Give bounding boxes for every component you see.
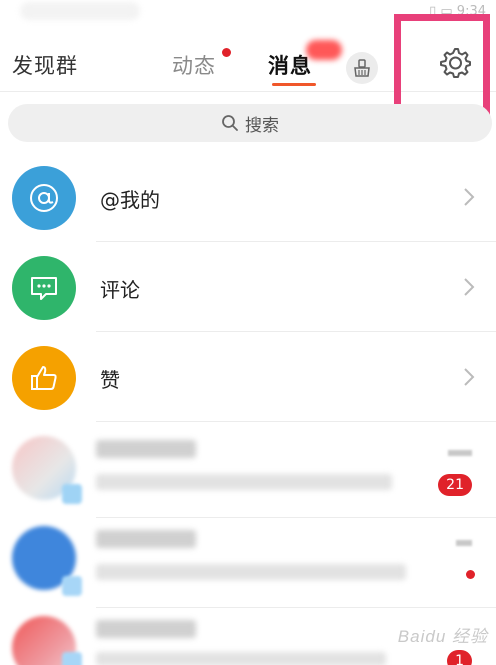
search-bar[interactable]: 搜索 xyxy=(8,104,492,142)
row-label: @我的 xyxy=(100,188,160,212)
row-comments[interactable]: 评论 xyxy=(0,242,496,332)
conversation-preview-blur xyxy=(96,474,392,490)
divider xyxy=(96,421,496,422)
conversation-title-blur xyxy=(96,620,196,638)
settings-gear-icon[interactable] xyxy=(438,46,472,80)
row-at-me[interactable]: @我的 xyxy=(0,152,496,242)
at-avatar xyxy=(12,166,76,230)
feed-unread-dot xyxy=(222,48,231,57)
conversation-preview-blur xyxy=(96,564,406,580)
conversation-title-blur xyxy=(96,440,196,458)
conversation-sub-icon xyxy=(62,484,82,504)
row-label: 赞 xyxy=(100,368,120,392)
unread-count-badge: 21 xyxy=(438,474,472,496)
conversation-sub-icon xyxy=(62,576,82,596)
watermark: Baidu 经验 xyxy=(397,627,488,646)
search-label: 搜索 xyxy=(245,115,279,136)
conversation-title-blur xyxy=(96,530,196,548)
broom-icon xyxy=(354,59,370,77)
tab-messages[interactable]: 消息 xyxy=(268,50,312,80)
conversation-time-blur xyxy=(456,540,472,546)
tab-discover-groups[interactable]: 发现群 xyxy=(12,50,78,80)
comment-avatar xyxy=(12,256,76,320)
search-icon xyxy=(222,115,238,131)
row-label: 评论 xyxy=(100,278,140,302)
tab-feed[interactable]: 动态 xyxy=(172,50,216,80)
conversation-time-blur xyxy=(448,450,472,456)
comment-icon xyxy=(31,277,57,300)
unread-count-badge: 1 xyxy=(447,650,472,665)
chevron-right-icon xyxy=(464,188,475,206)
row-likes[interactable]: 赞 xyxy=(0,332,496,422)
messages-badge xyxy=(306,40,342,60)
at-icon xyxy=(30,184,58,212)
conversation-item[interactable] xyxy=(0,518,496,608)
like-avatar xyxy=(12,346,76,410)
conversation-item[interactable]: 21 xyxy=(0,428,496,518)
thumbs-up-icon xyxy=(31,366,57,390)
chevron-right-icon xyxy=(464,278,475,296)
clear-unread-button[interactable] xyxy=(346,52,378,84)
status-bar-blur xyxy=(20,2,140,20)
active-tab-indicator xyxy=(272,83,316,86)
unread-dot xyxy=(466,570,475,579)
conversation-sub-icon xyxy=(62,652,82,665)
conversation-preview-blur xyxy=(96,652,386,665)
chevron-right-icon xyxy=(464,368,475,386)
